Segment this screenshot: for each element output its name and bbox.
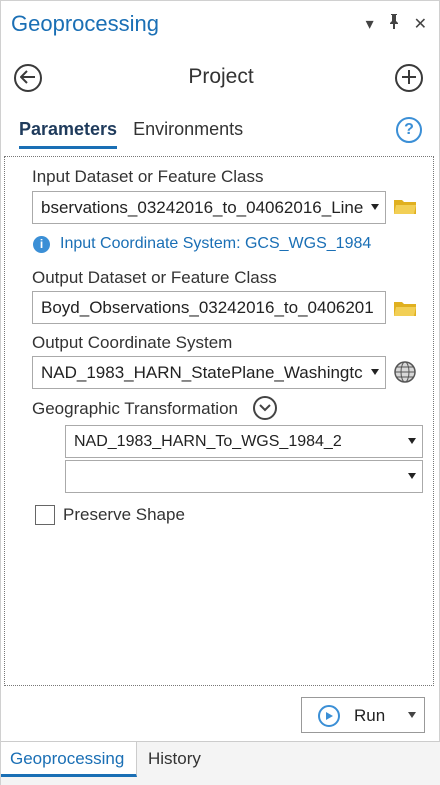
input-dataset-field[interactable]: bservations_03242016_to_04062016_Line (32, 191, 386, 224)
play-icon (318, 705, 340, 727)
add-button[interactable] (395, 64, 423, 92)
preserve-shape-checkbox[interactable] (35, 505, 55, 525)
chevron-down-icon[interactable] (371, 204, 379, 210)
tool-header: Project (1, 57, 440, 101)
geoprocessing-pane: Geoprocessing ▾ ✕ Project Parameters Env… (0, 0, 440, 785)
input-dataset-value: bservations_03242016_to_04062016_Line (41, 198, 364, 217)
tab-environments[interactable]: Environments (133, 119, 243, 149)
info-icon: i (33, 235, 50, 253)
chevron-down-icon[interactable] (371, 369, 379, 375)
help-button[interactable]: ? (396, 117, 422, 143)
tool-tabs: Parameters Environments (19, 119, 243, 149)
tab-parameters[interactable]: Parameters (19, 119, 118, 149)
menu-dropdown-icon[interactable]: ▾ (366, 14, 374, 34)
run-button[interactable]: Run (301, 697, 425, 733)
pane-title: Geoprocessing (11, 11, 159, 36)
input-coordinate-info: i Input Coordinate System: GCS_WGS_1984 (33, 235, 371, 253)
folder-icon[interactable] (393, 197, 416, 214)
expand-button[interactable] (253, 396, 277, 420)
output-dataset-field[interactable]: Boyd_Observations_03242016_to_0406201 (32, 291, 386, 324)
title-bar: Geoprocessing ▾ ✕ (1, 1, 440, 49)
output-coordinate-field[interactable]: NAD_1983_HARN_StatePlane_Washingtc (32, 356, 386, 389)
folder-icon[interactable] (393, 299, 416, 316)
preserve-shape-label: Preserve Shape (63, 505, 185, 524)
run-label: Run (354, 706, 386, 725)
input-coordinate-system-text: Input Coordinate System: GCS_WGS_1984 (60, 235, 372, 252)
globe-icon[interactable] (393, 360, 417, 384)
output-dataset-value: Boyd_Observations_03242016_to_0406201 (41, 298, 374, 317)
parameters-form: Input Dataset or Feature Class bservatio… (4, 156, 434, 686)
close-icon[interactable]: ✕ (414, 14, 427, 34)
chevron-down-icon (259, 399, 271, 417)
geo-transform-value-1: NAD_1983_HARN_To_WGS_1984_2 (74, 433, 342, 450)
output-coordinate-label: Output Coordinate System (32, 333, 233, 352)
geo-transform-label: Geographic Transformation (32, 399, 238, 418)
tab-geoprocessing[interactable]: Geoprocessing (1, 742, 137, 777)
input-dataset-label: Input Dataset or Feature Class (32, 167, 264, 186)
chevron-down-icon[interactable] (408, 473, 416, 479)
preserve-shape-row: Preserve Shape (35, 505, 185, 525)
help-icon: ? (404, 121, 414, 138)
bottom-tabs: Geoprocessing History (1, 741, 440, 785)
output-dataset-label: Output Dataset or Feature Class (32, 268, 277, 287)
geo-transform-field-2[interactable] (65, 460, 423, 493)
chevron-down-icon[interactable] (408, 438, 416, 444)
chevron-down-icon[interactable] (408, 712, 416, 718)
page-title: Project (188, 65, 254, 88)
title-controls: ▾ ✕ (366, 13, 427, 34)
pin-icon[interactable] (388, 13, 400, 34)
output-coordinate-value: NAD_1983_HARN_StatePlane_Washingtc (41, 363, 363, 382)
tab-history[interactable]: History (139, 742, 210, 777)
geo-transform-field-1[interactable]: NAD_1983_HARN_To_WGS_1984_2 (65, 425, 423, 458)
plus-icon (401, 69, 417, 88)
